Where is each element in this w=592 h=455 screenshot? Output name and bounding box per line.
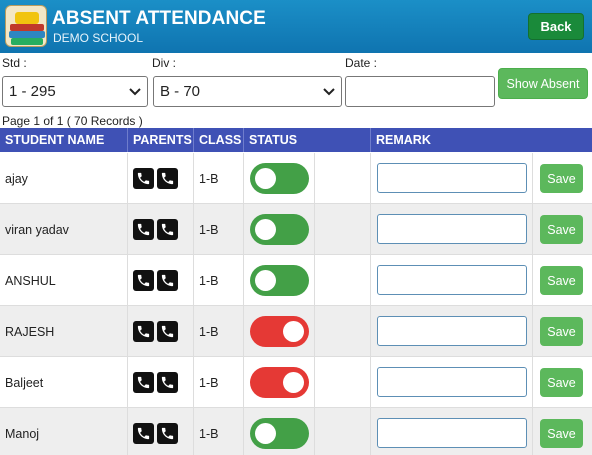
records-summary: Page 1 of 1 ( 70 Records ) [2,114,143,128]
phone-icon[interactable] [133,270,154,291]
table-row: Manoj 1-B Save [0,408,592,455]
phone-icon[interactable] [133,372,154,393]
div-select-value: B - 70 [160,83,201,100]
phone-icon[interactable] [157,372,178,393]
save-button[interactable]: Save [540,266,583,295]
remark-input[interactable] [377,214,527,244]
table-row: ajay 1-B Save [0,153,592,204]
student-name: viran yadav [5,222,69,237]
phone-icon[interactable] [133,168,154,189]
phone-icon[interactable] [133,423,154,444]
std-label: Std : [2,56,27,70]
div-label: Div : [152,56,176,70]
status-toggle[interactable] [250,316,309,347]
column-header: STATUS [244,128,371,152]
save-button[interactable]: Save [540,317,583,346]
toggle-knob [283,372,304,393]
page-title: ABSENT ATTENDANCE [52,8,266,29]
phone-icon[interactable] [157,321,178,342]
status-toggle[interactable] [250,265,309,296]
status-toggle[interactable] [250,367,309,398]
student-class: 1-B [199,324,219,339]
phone-icon[interactable] [133,219,154,240]
phone-icon[interactable] [157,168,178,189]
toggle-knob [255,168,276,189]
toggle-knob [255,270,276,291]
table-row: ANSHUL 1-B Save [0,255,592,306]
save-button[interactable]: Save [540,368,583,397]
student-class: 1-B [199,171,219,186]
toggle-knob [255,219,276,240]
std-select[interactable]: 1 - 295 [2,76,148,107]
student-class: 1-B [199,375,219,390]
show-absent-button[interactable]: Show Absent [498,68,588,99]
phone-icon[interactable] [157,270,178,291]
student-name: Manoj [5,426,40,441]
table-row: viran yadav 1-B Save [0,204,592,255]
student-name: Baljeet [5,375,44,390]
remark-input[interactable] [377,367,527,397]
date-input[interactable] [345,76,495,107]
remark-input[interactable] [377,265,527,295]
phone-icon[interactable] [157,219,178,240]
date-label: Date : [345,56,378,70]
table-row: RAJESH 1-B Save [0,306,592,357]
column-header: REMARK [376,133,431,147]
chevron-down-icon [323,88,335,96]
column-header: STUDENT NAME [0,128,128,152]
school-logo [5,5,47,47]
toggle-knob [283,321,304,342]
status-toggle[interactable] [250,418,309,449]
column-header: CLASS [194,128,244,152]
phone-icon[interactable] [157,423,178,444]
table-header: STUDENT NAME PARENTS CLASS STATUS REMARK [0,128,592,152]
status-toggle[interactable] [250,214,309,245]
toggle-knob [255,423,276,444]
remark-input[interactable] [377,316,527,346]
student-class: 1-B [199,273,219,288]
save-button[interactable]: Save [540,419,583,448]
save-button[interactable]: Save [540,164,583,193]
remark-input[interactable] [377,163,527,193]
app-header: ABSENT ATTENDANCE DEMO SCHOOL Back [0,0,592,53]
school-name: DEMO SCHOOL [53,31,144,45]
remark-input[interactable] [377,418,527,448]
back-button[interactable]: Back [528,13,584,40]
student-name: ajay [5,171,28,186]
column-header: PARENTS [128,128,194,152]
std-select-value: 1 - 295 [9,83,56,100]
student-name: RAJESH [5,324,55,339]
save-button[interactable]: Save [540,215,583,244]
phone-icon[interactable] [133,321,154,342]
div-select[interactable]: B - 70 [153,76,342,107]
student-name: ANSHUL [5,273,56,288]
chevron-down-icon [129,88,141,96]
table-row: Baljeet 1-B Save [0,357,592,408]
student-class: 1-B [199,222,219,237]
student-class: 1-B [199,426,219,441]
status-toggle[interactable] [250,163,309,194]
